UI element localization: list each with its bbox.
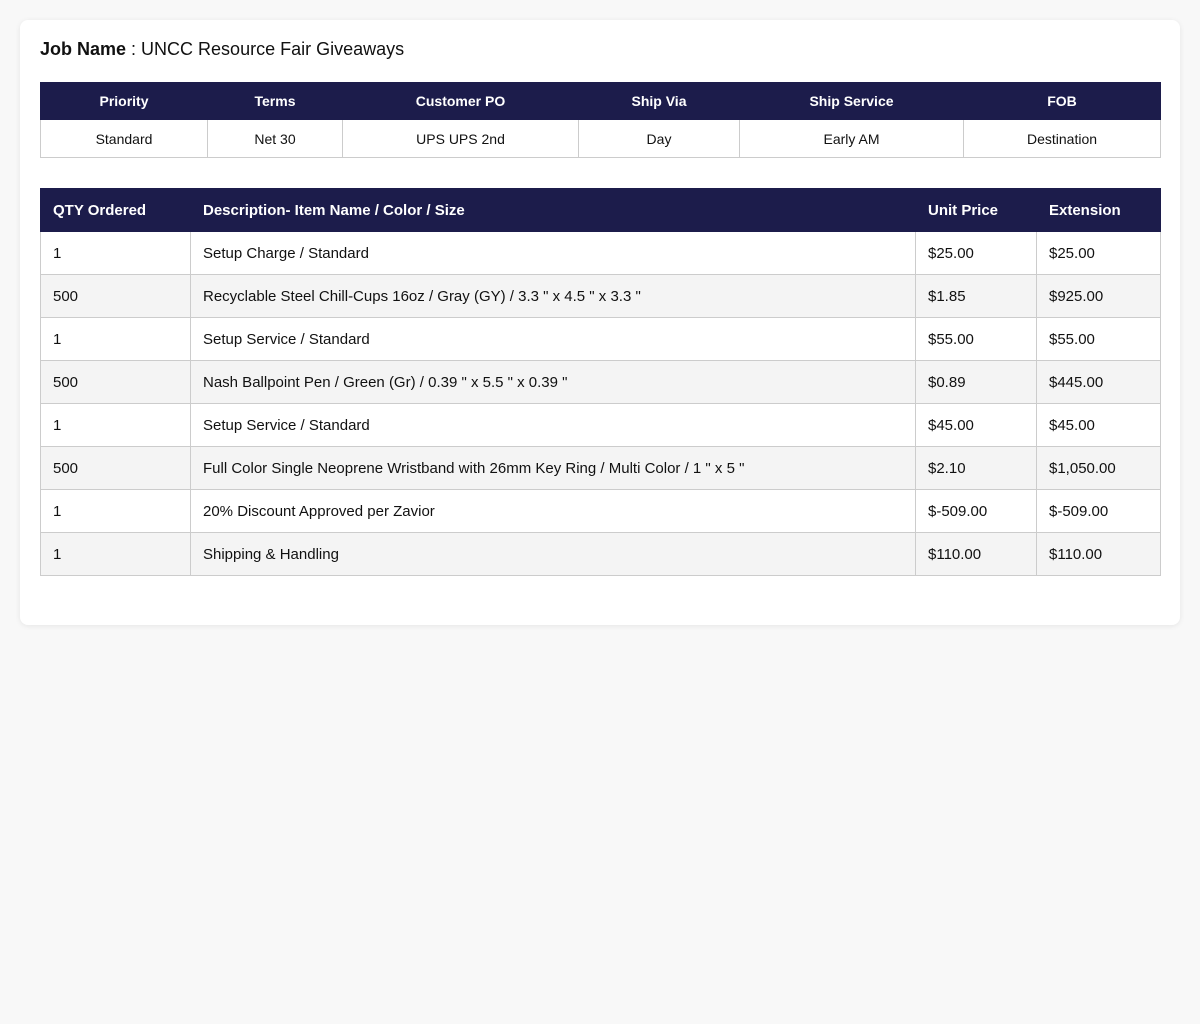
order-card: Job Name : UNCC Resource Fair Giveaways … (20, 20, 1180, 625)
qty-cell: 500 (40, 446, 191, 490)
meta-header-terms: Terms (207, 82, 343, 120)
meta-value-ship-service: Early AM (739, 119, 964, 158)
description-cell: Nash Ballpoint Pen / Green (Gr) / 0.39 "… (190, 360, 916, 404)
unit-price-cell: $25.00 (915, 231, 1037, 275)
extension-cell: $45.00 (1036, 403, 1161, 447)
qty-cell: 1 (40, 317, 191, 361)
qty-cell: 1 (40, 489, 191, 533)
unit-price-cell: $0.89 (915, 360, 1037, 404)
description-cell: Setup Charge / Standard (190, 231, 916, 275)
unit-price-cell: $55.00 (915, 317, 1037, 361)
order-meta-table: Priority Terms Customer PO Ship Via Ship… (40, 82, 1161, 158)
line-items-table: QTY Ordered Description- Item Name / Col… (40, 188, 1161, 576)
meta-header-row: Priority Terms Customer PO Ship Via Ship… (40, 82, 1161, 120)
qty-cell: 500 (40, 274, 191, 318)
meta-value-terms: Net 30 (207, 119, 343, 158)
table-row: 1 20% Discount Approved per Zavior $-509… (40, 489, 1161, 533)
description-cell: 20% Discount Approved per Zavior (190, 489, 916, 533)
items-header-unit-price: Unit Price (915, 188, 1037, 232)
job-name-label: Job Name (40, 39, 127, 59)
description-cell: Setup Service / Standard (190, 403, 916, 447)
items-header-row: QTY Ordered Description- Item Name / Col… (40, 188, 1161, 232)
table-row: 500 Recyclable Steel Chill-Cups 16oz / G… (40, 274, 1161, 318)
unit-price-cell: $-509.00 (915, 489, 1037, 533)
extension-cell: $110.00 (1036, 532, 1161, 576)
meta-header-ship-via: Ship Via (578, 82, 740, 120)
description-cell: Shipping & Handling (190, 532, 916, 576)
job-name-separator: : (126, 39, 142, 59)
unit-price-cell: $45.00 (915, 403, 1037, 447)
unit-price-cell: $110.00 (915, 532, 1037, 576)
meta-header-fob: FOB (963, 82, 1161, 120)
extension-cell: $55.00 (1036, 317, 1161, 361)
table-row: 500 Full Color Single Neoprene Wristband… (40, 446, 1161, 490)
items-header-extension: Extension (1036, 188, 1161, 232)
table-row: 1 Shipping & Handling $110.00 $110.00 (40, 532, 1161, 576)
meta-header-ship-service: Ship Service (739, 82, 964, 120)
description-cell: Recyclable Steel Chill-Cups 16oz / Gray … (190, 274, 916, 318)
meta-value-priority: Standard (40, 119, 208, 158)
extension-cell: $25.00 (1036, 231, 1161, 275)
meta-header-customer-po: Customer PO (342, 82, 579, 120)
description-cell: Setup Service / Standard (190, 317, 916, 361)
table-row: 1 Setup Service / Standard $45.00 $45.00 (40, 403, 1161, 447)
items-header-qty: QTY Ordered (40, 188, 191, 232)
table-row: 1 Setup Charge / Standard $25.00 $25.00 (40, 231, 1161, 275)
items-header-description: Description- Item Name / Color / Size (190, 188, 916, 232)
description-cell: Full Color Single Neoprene Wristband wit… (190, 446, 916, 490)
unit-price-cell: $1.85 (915, 274, 1037, 318)
extension-cell: $445.00 (1036, 360, 1161, 404)
extension-cell: $925.00 (1036, 274, 1161, 318)
meta-value-customer-po: UPS UPS 2nd (342, 119, 579, 158)
job-name-value: UNCC Resource Fair Giveaways (141, 39, 405, 59)
extension-cell: $1,050.00 (1036, 446, 1161, 490)
table-row: 500 Nash Ballpoint Pen / Green (Gr) / 0.… (40, 360, 1161, 404)
meta-value-fob: Destination (963, 119, 1161, 158)
table-row: 1 Setup Service / Standard $55.00 $55.00 (40, 317, 1161, 361)
qty-cell: 1 (40, 403, 191, 447)
meta-header-priority: Priority (40, 82, 208, 120)
qty-cell: 500 (40, 360, 191, 404)
job-name-line: Job Name : UNCC Resource Fair Giveaways (40, 38, 1160, 60)
meta-value-ship-via: Day (578, 119, 740, 158)
unit-price-cell: $2.10 (915, 446, 1037, 490)
qty-cell: 1 (40, 231, 191, 275)
extension-cell: $-509.00 (1036, 489, 1161, 533)
qty-cell: 1 (40, 532, 191, 576)
meta-value-row: Standard Net 30 UPS UPS 2nd Day Early AM… (40, 119, 1161, 158)
